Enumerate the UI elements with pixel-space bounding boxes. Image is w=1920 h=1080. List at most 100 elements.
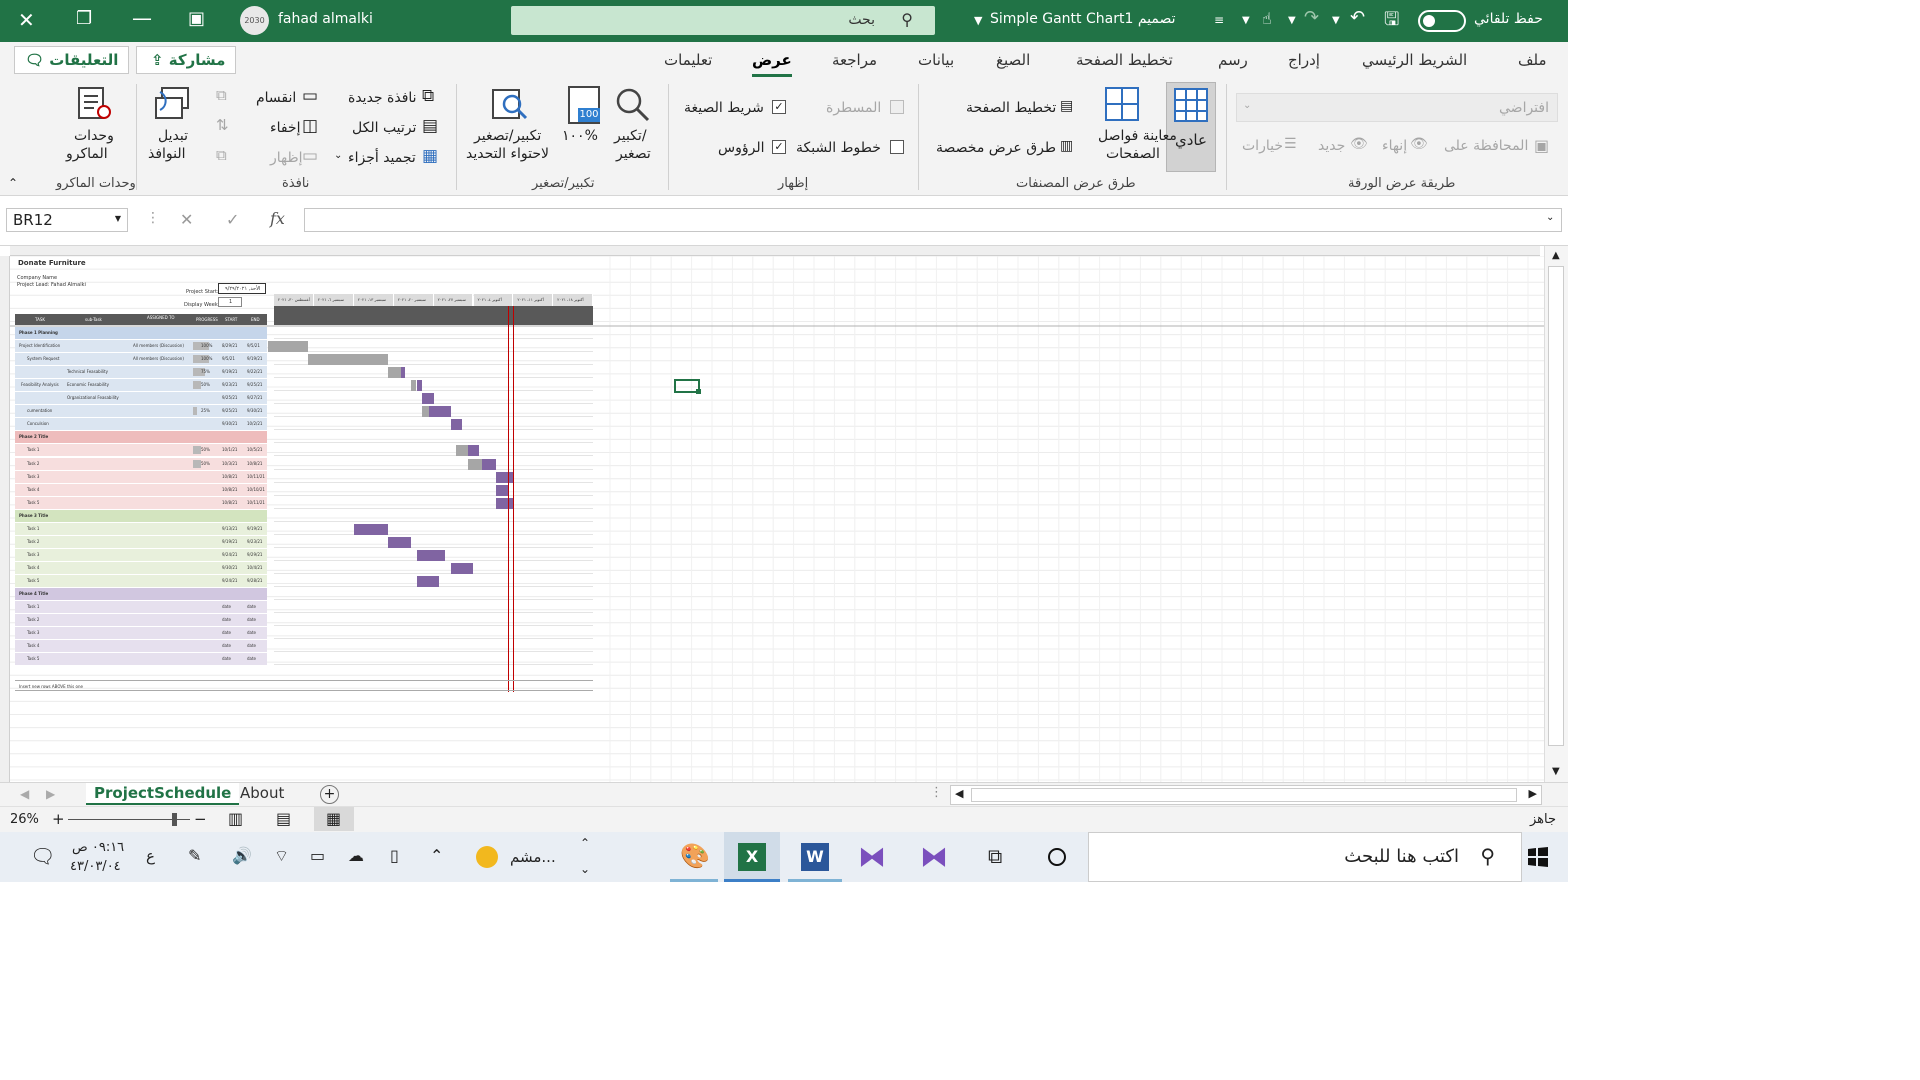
phase-header-row[interactable]: Phase 1 Planning [15, 327, 267, 340]
zoom-label-1[interactable]: تكبير/ [614, 128, 647, 144]
ruler-checkbox[interactable] [890, 100, 904, 114]
normal-view-status-button[interactable]: ▦ [314, 807, 354, 831]
tab-scroll-right-icon[interactable]: ▶ [46, 787, 55, 801]
chevron-down-icon[interactable]: ▼ [1332, 15, 1340, 26]
add-sheet-icon[interactable]: + [320, 785, 339, 804]
formula-input[interactable] [304, 208, 1562, 232]
chevron-up-icon[interactable]: ⌃ [580, 836, 590, 850]
chevron-down-icon[interactable]: ▼ [1242, 15, 1250, 26]
ribbon-display-icon[interactable]: ▣ [188, 8, 205, 29]
scroll-right-icon[interactable]: ▶ [1529, 787, 1537, 800]
zoom-selection-label-2[interactable]: لاحتواء التحديد [466, 146, 549, 162]
autosave-toggle[interactable] [1418, 10, 1466, 32]
zoom-100-button[interactable]: ١٠٠% [562, 128, 598, 144]
gridlines-checkbox[interactable] [890, 140, 904, 154]
tab-home[interactable]: الشريط الرئيسي [1362, 51, 1467, 69]
table-row[interactable]: cumentation 25% 9/25/21 9/30/21 [15, 405, 267, 418]
zoom-label-2[interactable]: تصغير [616, 146, 651, 162]
tab-view[interactable]: عرض [752, 51, 792, 77]
taskbar-paint-app[interactable]: 🎨 [670, 832, 718, 882]
page-break-view-icon[interactable]: ▥ [228, 809, 243, 828]
phase-header-row[interactable]: Phase 3 Title [15, 509, 267, 522]
switch-windows-label-1[interactable]: تبديل [158, 128, 188, 144]
tab-draw[interactable]: رسم [1218, 51, 1248, 69]
taskbar-excel-app[interactable]: X [724, 832, 780, 882]
expand-formula-icon[interactable]: ⌄ [1546, 212, 1554, 223]
pen-icon[interactable]: ✎ [188, 846, 201, 865]
freeze-panes-button[interactable]: تجميد أجزاء [348, 150, 416, 166]
windows-start-icon[interactable] [1528, 847, 1548, 867]
keep-sheet-view-button[interactable]: المحافظة على [1444, 138, 1528, 154]
selected-cell[interactable] [674, 379, 701, 394]
user-name[interactable]: fahad almalki [278, 11, 373, 27]
table-row[interactable]: Technical Feasability 75% 9/19/21 9/22/21 [15, 366, 267, 379]
zoom-selection-label-1[interactable]: تكبير/تصغير [474, 128, 541, 144]
battery-icon[interactable]: ▭ [310, 846, 325, 865]
wifi-icon[interactable]: ⌔ [274, 846, 289, 866]
sheet-view-options-button[interactable]: خيارات [1242, 138, 1283, 154]
chevron-down-icon[interactable]: ▼ [974, 14, 982, 27]
table-row[interactable]: System Request All members (Discussion) 10… [15, 353, 267, 366]
cortana-icon[interactable] [1048, 848, 1066, 866]
fill-handle[interactable] [696, 389, 701, 394]
notification-icon[interactable]: 🗨 [30, 844, 55, 868]
arrange-all-button[interactable]: ترتيب الكل [352, 120, 416, 136]
enter-icon[interactable]: ✓ [226, 210, 239, 229]
input-language[interactable]: ع [146, 847, 155, 865]
tab-file[interactable]: ملف [1518, 51, 1547, 69]
page-break-label-2[interactable]: الصفحات [1106, 146, 1160, 162]
scroll-up-icon[interactable]: ▲ [1552, 250, 1560, 261]
chevron-down-icon[interactable]: ⌄ [580, 862, 590, 876]
chevron-down-icon[interactable]: ▼ [1288, 15, 1296, 26]
page-layout-button[interactable]: تخطيط الصفحة [966, 100, 1056, 116]
switch-windows-label-2[interactable]: النوافذ [148, 146, 186, 162]
tab-scroll-left-icon[interactable]: ◀ [20, 787, 29, 801]
close-icon[interactable]: ✕ [18, 8, 35, 32]
tab-review[interactable]: مراجعة [832, 51, 877, 69]
scroll-left-icon[interactable]: ◀ [955, 787, 963, 800]
headings-checkbox[interactable]: ✓ [772, 140, 786, 154]
page-break-label-1[interactable]: معاينة فواصل [1098, 128, 1177, 144]
file-title[interactable]: Simple Gantt Chart1 تصميم [990, 11, 1176, 27]
table-row[interactable]: Project Identification All members (Discu… [15, 340, 267, 353]
phase-header-row[interactable]: Phase 2 Title [15, 431, 267, 444]
restore-icon[interactable]: ❐ [76, 8, 92, 29]
customize-qat-icon[interactable]: ≡ [1214, 13, 1224, 27]
horizontal-scrollbar[interactable]: ◀ ▶ [950, 785, 1542, 805]
task-view-icon[interactable]: ⧉ [988, 844, 1002, 868]
custom-views-button[interactable]: طرق عرض مخصصة [936, 140, 1056, 156]
page-layout-view-icon[interactable]: ▤ [276, 809, 291, 828]
collapse-ribbon-icon[interactable]: ⌃ [8, 176, 18, 190]
search-box[interactable]: بحث ⚲ [511, 6, 935, 35]
table-row[interactable]: Task 1 9/13/21 9/19/21 [15, 522, 267, 535]
device-icon[interactable]: ▯ [390, 846, 399, 865]
comments-button[interactable]: 🗨 التعليقات [14, 46, 130, 74]
weather-label[interactable]: مشم... [510, 848, 556, 866]
clock-date[interactable]: ٤٣/٠٣/٠٤ [70, 859, 121, 874]
new-window-button[interactable]: نافذة جديدة [348, 90, 417, 106]
sheet-tab-projectschedule[interactable]: ProjectSchedule [86, 783, 240, 805]
weather-icon[interactable] [476, 846, 498, 868]
table-row[interactable]: Task 2 9/19/21 9/23/21 [15, 535, 267, 548]
table-row[interactable]: Task 2 50% 10/3/21 10/8/21 [15, 457, 267, 470]
h-scroll-thumb[interactable] [971, 788, 1517, 802]
visual-studio-installer-icon[interactable]: ⧓ [858, 840, 886, 873]
chevron-up-icon[interactable]: ⌃ [430, 846, 443, 865]
sheet-view-dropdown[interactable]: افتراضي ⌄ [1236, 93, 1558, 122]
table-row[interactable]: Task 5 date date [15, 653, 267, 666]
project-start-cell[interactable]: الأحد, ٩/٢٩/٢٠٢١ [218, 283, 266, 294]
table-row[interactable]: Task 4 10/8/21 10/10/21 [15, 483, 267, 496]
table-row[interactable]: Task 4 date date [15, 640, 267, 653]
table-row[interactable]: Organizational Feasability 9/25/21 9/27/21 [15, 392, 267, 405]
table-row[interactable]: Feasibility Analysis Economic Feasability… [15, 379, 267, 392]
clock-time[interactable]: ٠٩:١٦ ص [72, 840, 124, 855]
table-row[interactable]: Task 5 10/8/21 10/11/21 [15, 496, 267, 509]
unhide-button[interactable]: إظهار [270, 150, 303, 166]
macros-label-2[interactable]: الماكرو [66, 146, 108, 162]
table-row[interactable]: Task 5 9/24/21 9/28/21 [15, 574, 267, 587]
volume-icon[interactable]: 🔊 [232, 846, 252, 865]
scroll-down-icon[interactable]: ▼ [1552, 766, 1560, 777]
visual-studio-icon[interactable]: ⧓ [920, 840, 948, 873]
table-row[interactable]: Task 3 10/8/21 10/11/21 [15, 470, 267, 483]
reset-position-icon[interactable]: ⧉ [216, 146, 227, 164]
